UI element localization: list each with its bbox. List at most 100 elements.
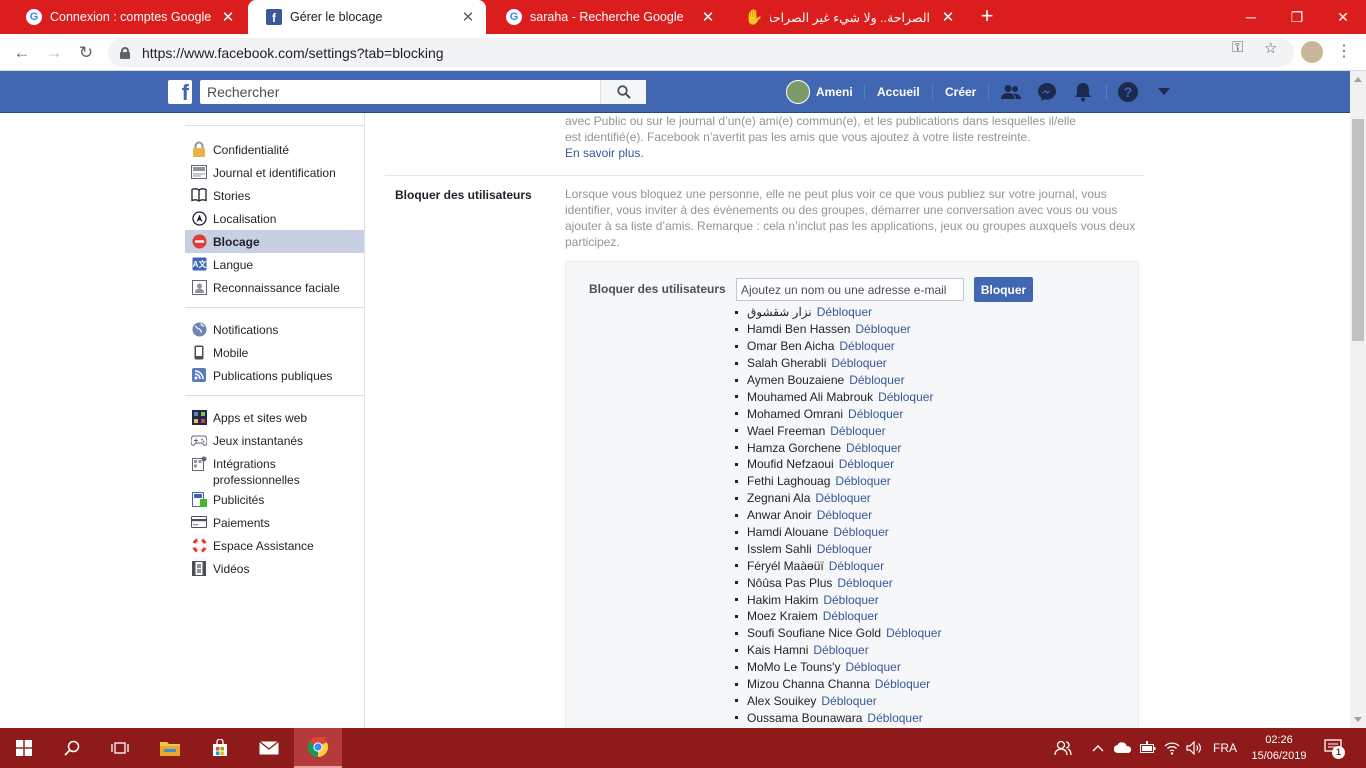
wifi-icon[interactable] [1164,728,1180,768]
close-icon[interactable]: ✕ [940,8,956,26]
key-icon[interactable]: ⚿ [1232,39,1243,56]
onedrive-icon[interactable] [1114,728,1132,768]
scroll-down-icon[interactable] [1354,717,1362,722]
menu-icon[interactable]: ⋮ [1336,42,1352,62]
unblock-link[interactable]: Débloquer [849,373,904,387]
sidebar-item-timeline[interactable]: Journal et identification [185,161,364,184]
star-icon[interactable]: ☆ [1264,39,1277,57]
sidebar-item-stories[interactable]: Stories [185,184,364,207]
close-icon[interactable]: ✕ [460,8,476,26]
reload-icon[interactable]: ↻ [74,41,98,65]
search-icon[interactable] [48,728,96,768]
unblock-link[interactable]: Débloquer [855,322,910,336]
block-user-input[interactable] [736,278,964,301]
unblock-link[interactable]: Débloquer [830,424,885,438]
volume-icon[interactable] [1186,728,1202,768]
search-input[interactable] [200,80,600,104]
tab-saraha-search[interactable]: G saraha - Recherche Google ✕ [488,0,726,34]
bullet-icon [735,496,738,500]
unblock-link[interactable]: Débloquer [817,542,872,556]
unblock-link[interactable]: Débloquer [817,508,872,522]
close-window-button[interactable]: ✕ [1320,0,1366,34]
sidebar-item-mobile[interactable]: Mobile [185,341,364,364]
block-users-label: Bloquer des utilisateurs [589,282,726,296]
scrollbar-thumb[interactable] [1352,119,1364,341]
unblock-link[interactable]: Débloquer [831,356,886,370]
people-icon[interactable] [1054,728,1072,768]
task-view-icon[interactable] [96,728,144,768]
sidebar-item-location[interactable]: Localisation [185,207,364,230]
close-icon[interactable]: ✕ [700,8,716,26]
tab-google-login[interactable]: G Connexion : comptes Google ✕ [8,0,246,34]
messenger-icon[interactable] [1036,81,1058,103]
unblock-link[interactable]: Débloquer [837,576,892,590]
sidebar-item-public-posts[interactable]: Publications publiques [185,364,364,387]
sidebar-item-language[interactable]: A文 Langue [185,253,364,276]
bell-icon[interactable] [1072,81,1094,103]
sidebar-item-instant-games[interactable]: Jeux instantanés [185,429,364,452]
address-bar[interactable]: https://www.facebook.com/settings?tab=bl… [108,38,1294,67]
sidebar-item-videos[interactable]: Vidéos [185,557,364,580]
action-center-button[interactable]: 1 [1324,728,1345,768]
sidebar-item-label: Langue [213,258,254,272]
profile-avatar[interactable] [1301,41,1323,63]
sidebar-item-payments[interactable]: Paiements [185,511,364,534]
unblock-link[interactable]: Débloquer [886,626,941,640]
search-button[interactable] [600,80,646,104]
profile-link[interactable]: Ameni [786,71,853,113]
unblock-link[interactable]: Débloquer [835,474,890,488]
unblock-link[interactable]: Débloquer [813,643,868,657]
unblock-link[interactable]: Débloquer [839,457,894,471]
sidebar-item-notifications[interactable]: Notifications [185,318,364,341]
tab-saraha-site[interactable]: ✋ الصراحة.. ولا شيء غير الصراحة ✕ [728,0,966,34]
mail-icon[interactable] [245,728,293,768]
learn-more-link[interactable]: En savoir plus. [565,146,644,160]
unblock-link[interactable]: Débloquer [878,390,933,404]
unblock-link[interactable]: Débloquer [833,525,888,539]
unblock-link[interactable]: Débloquer [845,660,900,674]
sidebar-item-face-recognition[interactable]: Reconnaissance faciale [185,276,364,299]
create-link[interactable]: Créer [945,71,976,113]
unblock-link[interactable]: Débloquer [821,694,876,708]
facebook-logo[interactable]: f [168,80,192,104]
store-icon[interactable] [196,728,244,768]
new-tab-button[interactable]: + [976,5,998,28]
minimize-button[interactable]: ─ [1228,0,1274,34]
input-language[interactable]: FRA [1213,728,1237,768]
unblock-link[interactable]: Débloquer [823,593,878,607]
unblock-link[interactable]: Débloquer [839,339,894,353]
forward-icon[interactable]: → [42,41,66,65]
back-icon[interactable]: ← [10,41,34,65]
unblock-link[interactable]: Débloquer [848,407,903,421]
unblock-link[interactable]: Débloquer [815,491,870,505]
unblock-link[interactable]: Débloquer [875,677,930,691]
file-explorer-icon[interactable] [146,728,194,768]
scroll-up-icon[interactable] [1354,77,1362,82]
clock[interactable]: 02:26 15/06/2019 [1248,732,1310,764]
unblock-link[interactable]: Débloquer [817,305,872,319]
unblock-link[interactable]: Débloquer [846,441,901,455]
bullet-icon [735,479,738,483]
unblock-link[interactable]: Débloquer [823,609,878,623]
unblock-link[interactable]: Débloquer [867,711,922,725]
sidebar-item-blocking[interactable]: Blocage [185,230,364,253]
unblock-link[interactable]: Débloquer [829,559,884,573]
close-icon[interactable]: ✕ [220,8,236,26]
sidebar-item-business-integrations[interactable]: Intégrations professionnelles [185,452,364,488]
help-icon[interactable]: ? [1117,81,1139,103]
restore-button[interactable]: ❐ [1274,0,1320,34]
sidebar-item-ads[interactable]: Publicités [185,488,364,511]
sidebar-item-apps[interactable]: Apps et sites web [185,406,364,429]
battery-icon[interactable] [1140,728,1156,768]
sidebar-item-privacy[interactable]: Confidentialité [185,138,364,161]
tab-manage-blocking[interactable]: f Gérer le blocage ✕ [248,0,486,34]
page-scrollbar[interactable] [1350,71,1366,728]
chrome-icon[interactable] [294,728,342,768]
friend-requests-icon[interactable] [1000,81,1022,103]
windows-start-icon[interactable] [0,728,48,768]
sidebar-item-support-inbox[interactable]: Espace Assistance [185,534,364,557]
chevron-up-icon[interactable] [1092,728,1104,768]
block-button[interactable]: Bloquer [974,277,1033,302]
home-link[interactable]: Accueil [877,71,920,113]
chevron-down-icon[interactable] [1153,81,1175,103]
